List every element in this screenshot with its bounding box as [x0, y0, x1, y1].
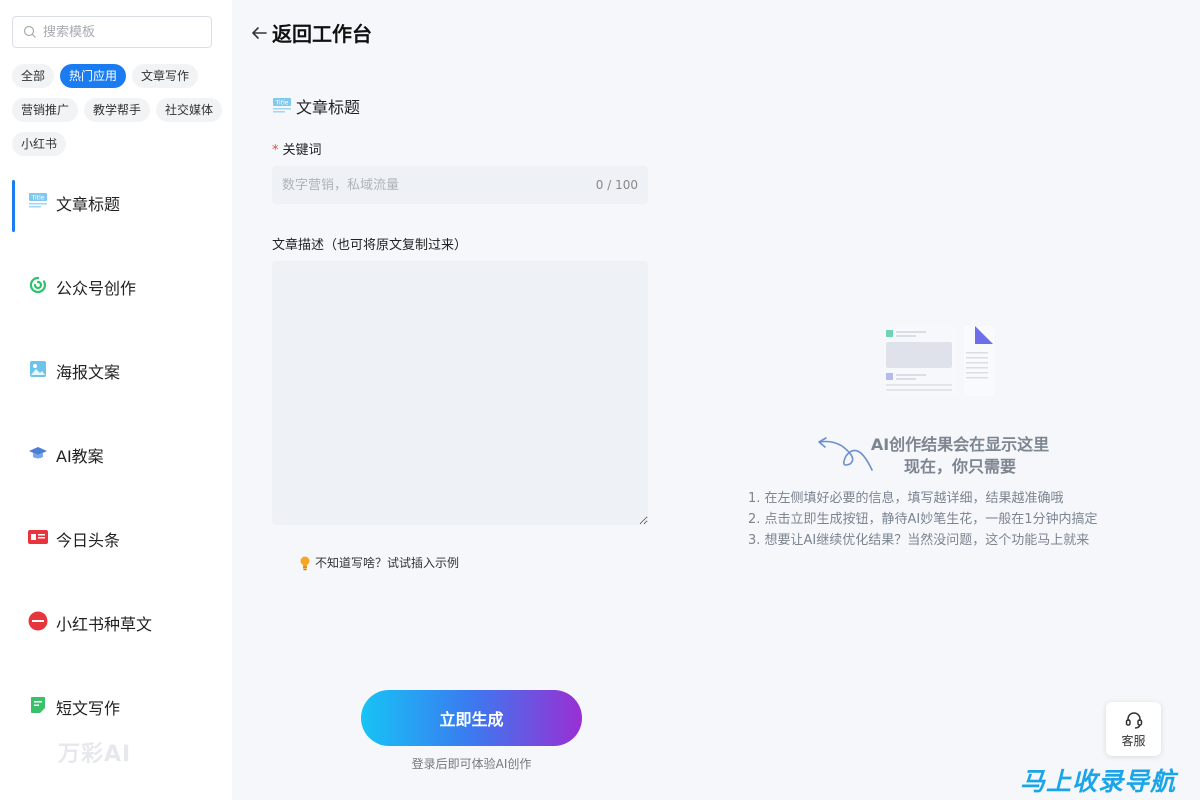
keyword-label-text: 关键词	[282, 143, 322, 158]
sidebar-item-label: 海报文案	[56, 363, 121, 382]
usage-tips: 1. 在左侧填好必要的信息，填写越详细，结果越准确哦 2. 点击立即生成按钮，静…	[748, 488, 1098, 551]
svg-text:Title: Title	[275, 100, 289, 107]
sidebar-item-label: 文章标题	[56, 195, 121, 214]
result-title-line1: AI创作结果会在显示这里	[870, 435, 1050, 454]
back-label: 返回工作台	[272, 22, 372, 46]
lightbulb-icon	[300, 556, 310, 570]
poster-image-icon	[28, 359, 48, 379]
sidebar: 全部 热门应用 文章写作 营销推广 教学帮手 社交媒体 小红书 Title 文章…	[0, 0, 232, 800]
result-placeholder-title: AI创作结果会在显示这里 现在，你只需要	[860, 434, 1060, 478]
brand-watermark: 万彩AI	[58, 742, 132, 767]
svg-text:Title: Title	[31, 195, 45, 202]
generate-button[interactable]: 立即生成	[361, 690, 582, 746]
filter-chip-teaching[interactable]: 教学帮手	[84, 98, 151, 122]
insert-example-text: 不知道写啥？试试插入示例	[315, 556, 460, 570]
login-hint: 登录后即可体验AI创作	[411, 757, 532, 771]
tip-item: 2. 点击立即生成按钮，静待AI妙笔生花，一般在1分钟内搞定	[748, 512, 1098, 527]
input-form: Title 文章标题 *关键词 0 / 100 文章描述（也可将原文复制过来） …	[250, 76, 670, 596]
keyword-label: * 关键词	[272, 139, 322, 158]
description-label: 文章描述（也可将原文复制过来）	[272, 238, 468, 253]
sidebar-item-label: 小红书种草文	[56, 615, 153, 634]
filter-chip-article[interactable]: 文章写作	[132, 64, 199, 88]
xiaohongshu-logo-icon	[28, 611, 48, 631]
result-panel: AI创作结果会在显示这里 现在，你只需要 1. 在左侧填好必要的信息，填写越详细…	[680, 76, 1200, 776]
search-icon	[23, 25, 36, 38]
form-title-text: 文章标题	[296, 98, 361, 117]
wechat-official-icon	[28, 275, 48, 295]
title-template-icon: Title	[28, 191, 48, 211]
sidebar-item-label: AI教案	[56, 447, 104, 466]
search-box[interactable]	[12, 16, 212, 48]
back-to-workspace-button[interactable]: 返回工作台	[250, 18, 372, 47]
form-title: Title 文章标题	[272, 94, 360, 118]
arrow-left-icon	[252, 26, 267, 39]
sidebar-item-label: 今日头条	[56, 531, 121, 550]
document-illustration-icon	[884, 326, 994, 396]
customer-service-label: 客服	[1121, 733, 1146, 748]
sidebar-item-article-title[interactable]: Title 文章标题	[0, 178, 232, 262]
required-mark: *	[272, 143, 279, 158]
sidebar-item-ai-lesson[interactable]: AI教案	[0, 430, 232, 514]
toutiao-logo-icon	[28, 527, 48, 547]
filter-chip-all[interactable]: 全部	[12, 64, 55, 88]
keyword-input[interactable]	[282, 177, 596, 193]
sidebar-item-label: 公众号创作	[56, 279, 137, 298]
template-nav: Title 文章标题 公众号创作 海报文案 AI教案 今日头条 小红书种草文 短…	[0, 178, 232, 766]
sidebar-item-xiaohongshu[interactable]: 小红书种草文	[0, 598, 232, 682]
note-document-icon	[28, 695, 48, 715]
filter-chip-xiaohongshu[interactable]: 小红书	[12, 132, 67, 156]
description-textarea[interactable]	[272, 261, 648, 525]
search-input[interactable]	[43, 24, 203, 40]
headset-icon	[1125, 711, 1142, 729]
keyword-char-count: 0 / 100	[595, 178, 638, 192]
tip-item: 3. 想要让AI继续优化结果？当然没问题，这个功能马上就来	[748, 533, 1090, 548]
graduation-cap-icon	[28, 443, 48, 463]
site-logo: 马上收录导航	[1020, 767, 1177, 796]
sidebar-item-wechat-official[interactable]: 公众号创作	[0, 262, 232, 346]
customer-service-button[interactable]: 客服	[1106, 702, 1161, 756]
result-title-line2: 现在，你只需要	[903, 457, 1016, 476]
tip-item: 1. 在左侧填好必要的信息，填写越详细，结果越准确哦	[748, 491, 1064, 506]
filter-chip-popular[interactable]: 热门应用	[60, 64, 127, 88]
title-template-icon: Title	[273, 98, 291, 113]
category-filters: 全部 热门应用 文章写作 营销推广 教学帮手 社交媒体 小红书	[12, 64, 224, 156]
sidebar-item-label: 短文写作	[56, 699, 121, 718]
sidebar-item-poster-copy[interactable]: 海报文案	[0, 346, 232, 430]
keyword-field[interactable]: 0 / 100	[272, 166, 648, 204]
sidebar-item-toutiao[interactable]: 今日头条	[0, 514, 232, 598]
insert-example-link[interactable]: 不知道写啥？试试插入示例	[298, 554, 459, 571]
filter-chip-social[interactable]: 社交媒体	[156, 98, 223, 122]
filter-chip-marketing[interactable]: 营销推广	[12, 98, 79, 122]
